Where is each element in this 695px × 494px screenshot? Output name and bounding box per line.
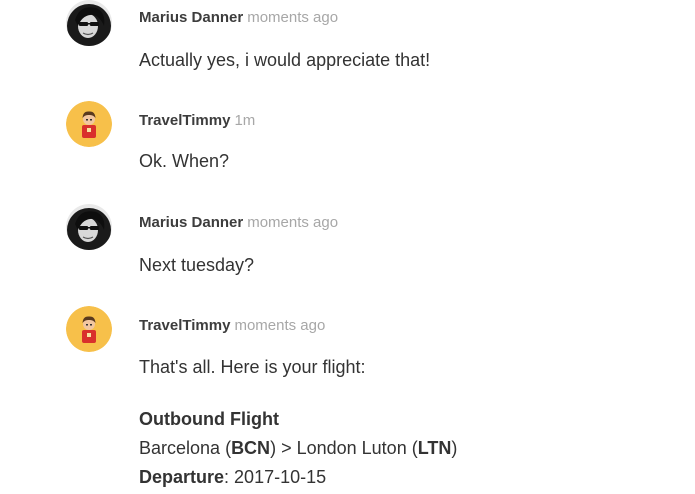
message-author[interactable]: Marius Danner <box>139 214 243 231</box>
message-timestamp: 1m <box>234 112 256 129</box>
message-text: Actually yes, i would appreciate that! <box>139 50 431 70</box>
bot-avatar-icon[interactable] <box>66 101 112 147</box>
message-text: That's all. Here is your flight: <box>139 357 366 377</box>
message-header: TravelTimmy 1m <box>139 112 255 130</box>
message-timestamp: moments ago <box>247 9 339 26</box>
bot-avatar-icon[interactable] <box>66 306 112 352</box>
destination-city: London Luton <box>296 438 407 458</box>
message-header: Marius Danner moments ago <box>139 214 338 232</box>
message-header: Marius Danner moments ago <box>139 9 338 27</box>
chat-feed: Marius Danner moments ago Actually yes, i… <box>0 0 695 494</box>
route-separator: > <box>281 438 292 458</box>
origin-code: BCN <box>231 438 271 458</box>
message-timestamp: moments ago <box>247 214 339 231</box>
message-text: Ok. When? <box>139 151 230 171</box>
user-photo-icon[interactable] <box>66 0 112 46</box>
message-header: TravelTimmy moments ago <box>139 317 325 335</box>
flight-route: Barcelona (BCN) > London Luton (LTN) <box>139 438 458 458</box>
user-photo-icon[interactable] <box>66 204 112 250</box>
message-author[interactable]: TravelTimmy <box>139 112 230 129</box>
departure-date: 2017-10-15 <box>234 467 327 487</box>
destination-code: LTN <box>417 438 452 458</box>
message-text: Next tuesday? <box>139 255 255 275</box>
departure-label: Departure <box>139 467 225 487</box>
message-timestamp: moments ago <box>234 317 326 334</box>
flight-heading: Outbound Flight <box>139 409 279 429</box>
message-author[interactable]: TravelTimmy <box>139 317 230 334</box>
flight-departure: Departure: 2017-10-15 <box>139 467 327 487</box>
origin-city: Barcelona <box>139 438 221 458</box>
message-author[interactable]: Marius Danner <box>139 9 243 26</box>
flight-card: Outbound Flight Barcelona (BCN) > London… <box>139 405 457 492</box>
